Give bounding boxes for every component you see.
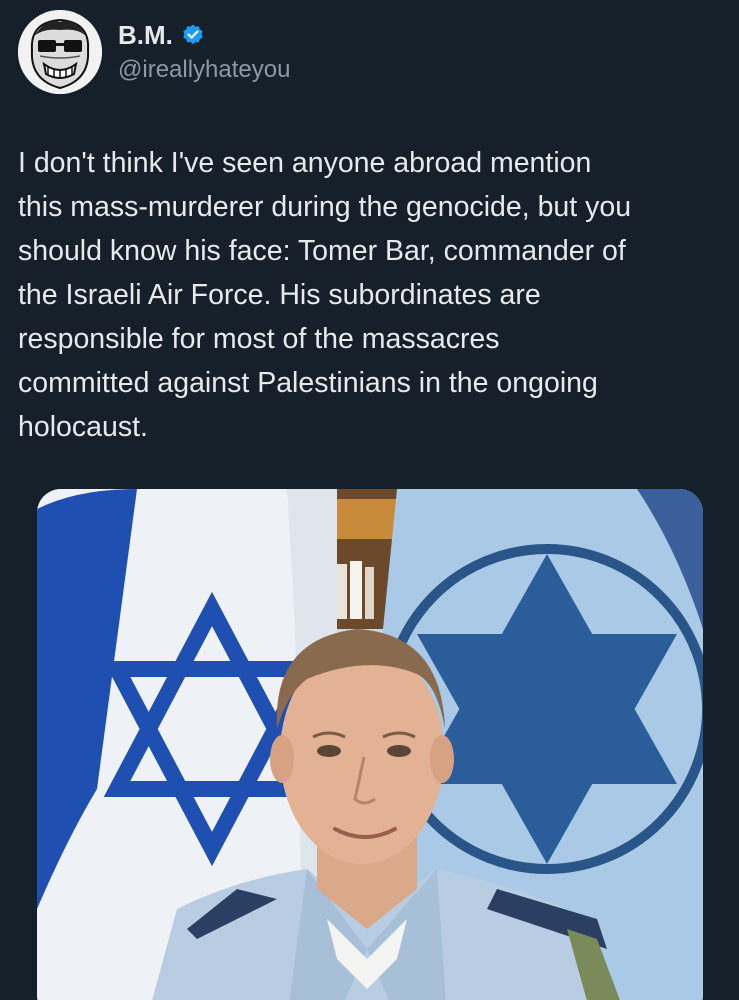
verified-badge-icon bbox=[181, 23, 205, 47]
author-name-row: B.M. bbox=[118, 20, 205, 50]
tweet-card: B.M. @ireallyhateyou I don't think I've … bbox=[0, 0, 739, 1000]
author-handle[interactable]: @ireallyhateyou bbox=[118, 56, 290, 84]
photo-image bbox=[37, 489, 703, 1000]
author-display-name[interactable]: B.M. bbox=[118, 20, 173, 50]
avatar-image bbox=[18, 10, 102, 94]
tweet-photo[interactable] bbox=[37, 489, 703, 1000]
tweet-text: I don't think I've seen anyone abroad me… bbox=[18, 147, 632, 443]
author-avatar[interactable] bbox=[18, 10, 102, 94]
